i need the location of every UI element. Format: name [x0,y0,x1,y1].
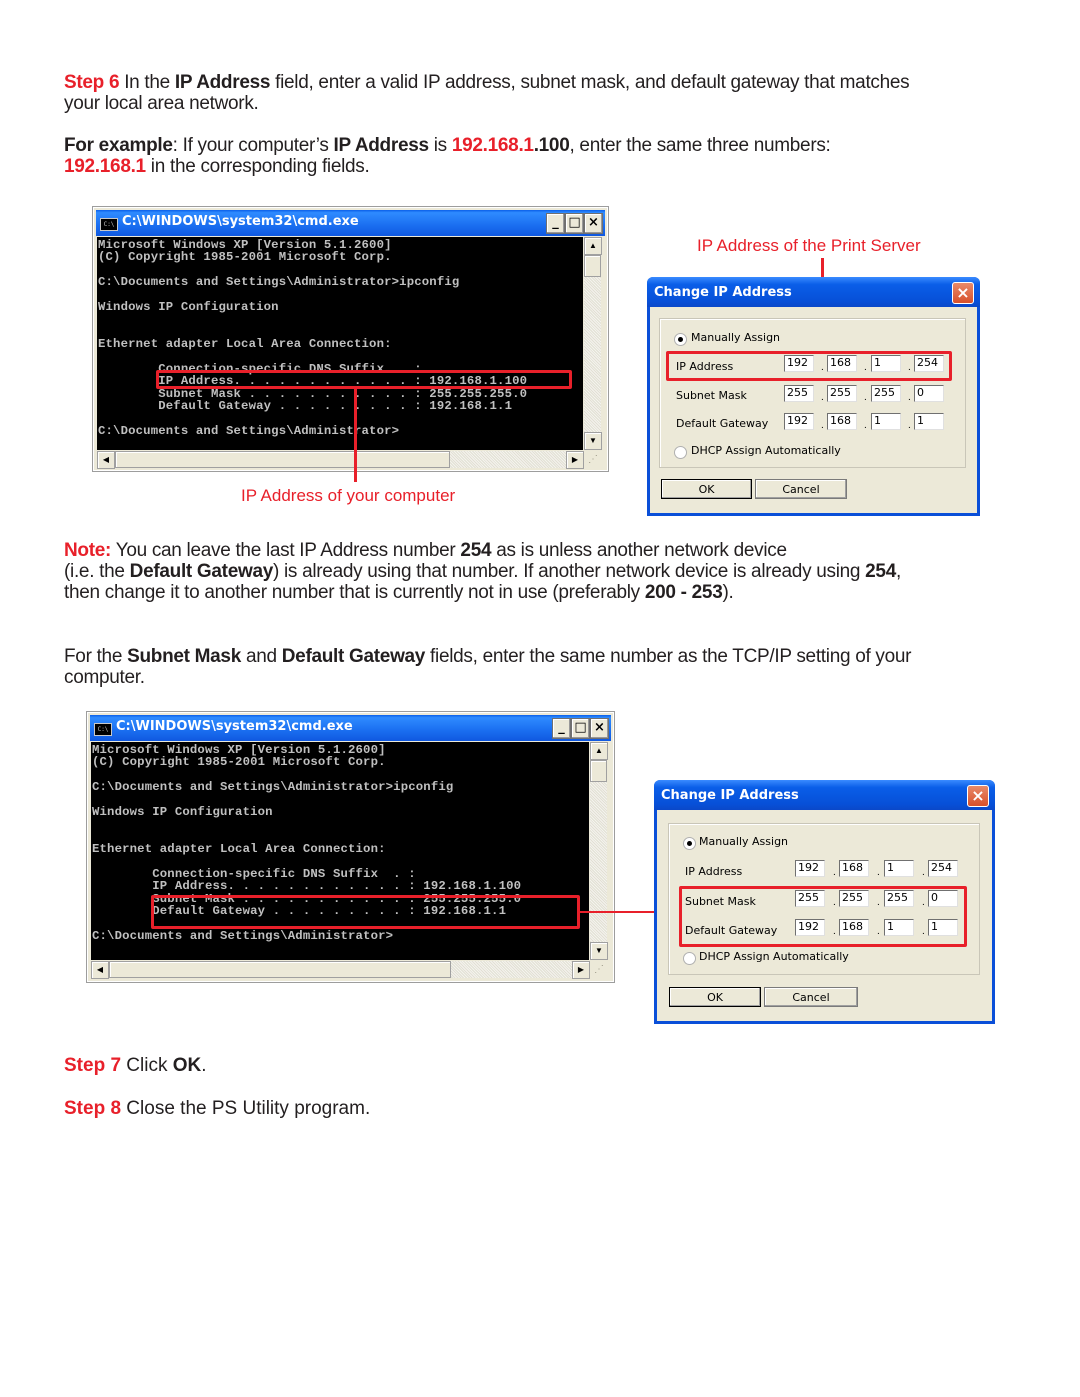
cancel-button[interactable]: Cancel [755,479,847,499]
radio-manual-assign[interactable] [674,333,687,346]
mask-octet-1[interactable]: 255 [784,385,814,402]
change-ip-dialog-1: Change IP Address × Manually Assign IP A… [647,277,980,516]
manual-assign-label: Manually Assign [691,331,781,344]
horizontal-scrollbar[interactable]: ◀ ▶ [97,451,584,469]
ip-octet-4[interactable]: 254 [928,860,958,877]
cmd-title: C:\WINDOWS\system32\cmd.exe [116,719,353,734]
vertical-scrollbar[interactable]: ▲ ▼ [590,742,608,960]
horizontal-scrollbar[interactable]: ◀ ▶ [91,961,590,979]
scroll-thumb[interactable] [590,760,607,782]
ok-button[interactable]: OK [661,479,752,499]
scroll-up-button[interactable]: ▲ [590,742,608,760]
hscroll-thumb[interactable] [115,451,450,468]
callout-print-server: IP Address of the Print Server [697,236,921,255]
close-button[interactable]: × [590,718,609,739]
mask-octet-4[interactable]: 0 [914,385,944,402]
mask-octet-2[interactable]: 255 [827,385,857,402]
radio-dhcp[interactable] [674,446,687,459]
cmd-window-2: C:\ C:\WINDOWS\system32\cmd.exe _ □ × Mi… [86,711,615,983]
close-button[interactable]: × [584,213,603,234]
cmd-title-bar: C:\ C:\WINDOWS\system32\cmd.exe _ □ × [96,210,605,236]
dialog-title: Change IP Address [654,285,792,300]
callout-your-computer: IP Address of your computer [241,486,456,505]
step7-label: Step 7 [64,1055,122,1076]
ip-address-label: IP Address [685,865,743,878]
step6-label: Step 6 [64,72,120,93]
scroll-left-button[interactable]: ◀ [97,451,115,469]
scroll-right-button[interactable]: ▶ [572,961,590,979]
minimize-button[interactable]: _ [552,718,571,739]
ok-button[interactable]: OK [669,987,761,1007]
cmd-title: C:\WINDOWS\system32\cmd.exe [122,214,359,229]
cmd-console-icon: C:\ [100,218,118,231]
scroll-up-button[interactable]: ▲ [584,237,602,255]
ip-octet-3[interactable]: 1 [884,860,914,877]
mask-octet-3[interactable]: 255 [871,385,901,402]
cmd-window-1: C:\ C:\WINDOWS\system32\cmd.exe _ □ × Mi… [92,206,609,472]
dialog-title: Change IP Address [661,788,799,803]
radio-manual-assign[interactable] [683,837,696,850]
cmd-title-bar: C:\ C:\WINDOWS\system32\cmd.exe _ □ × [90,715,611,741]
scroll-thumb[interactable] [584,255,601,277]
step8-label: Step 8 [64,1098,122,1119]
scroll-down-button[interactable]: ▼ [584,432,602,450]
subnet-gateway-paragraph: For the Subnet Mask and Default Gateway … [64,646,912,688]
dialog-body: Manually Assign IP Address 192 . 168 . 1… [650,307,977,513]
highlight-mask-gateway-dialog [679,886,967,947]
connector-line-computer [354,387,357,482]
dialog-title-bar: Change IP Address × [647,277,980,307]
highlight-ip-address-dialog [666,351,952,381]
step7-paragraph: Step 7 Click OK. [64,1055,207,1076]
resize-grip-icon[interactable]: ⋰ [585,452,601,468]
radio-dhcp[interactable] [683,952,696,965]
manual-assign-label: Manually Assign [699,835,789,848]
highlight-ip-address-cmd [156,370,572,389]
resize-grip-icon[interactable]: ⋰ [591,962,607,978]
maximize-button[interactable]: □ [571,718,590,739]
hscroll-thumb[interactable] [109,961,451,978]
console-output: Microsoft Windows XP [Version 5.1.2600] … [97,237,583,450]
gw-octet-1[interactable]: 192 [784,413,814,430]
ip-octet-1[interactable]: 192 [795,860,825,877]
vertical-scrollbar[interactable]: ▲ ▼ [584,237,602,450]
subnet-mask-label: Subnet Mask [676,389,747,402]
dhcp-label: DHCP Assign Automatically [699,950,849,963]
highlight-mask-gateway-cmd [151,895,580,929]
cancel-button[interactable]: Cancel [764,987,858,1007]
maximize-button[interactable]: □ [565,213,584,234]
step8-paragraph: Step 8 Close the PS Utility program. [64,1098,371,1119]
scroll-down-button[interactable]: ▼ [590,942,608,960]
ip-octet-2[interactable]: 168 [839,860,869,877]
gw-octet-3[interactable]: 1 [871,413,901,430]
minimize-button[interactable]: _ [546,213,565,234]
gw-octet-2[interactable]: 168 [827,413,857,430]
scroll-right-button[interactable]: ▶ [566,451,584,469]
default-gateway-label: Default Gateway [676,417,769,430]
dialog-close-button[interactable]: × [967,785,989,807]
step6-paragraph: Step 6 In the IP Address field, enter a … [64,72,910,114]
note-label: Note: [64,540,112,561]
dhcp-label: DHCP Assign Automatically [691,444,841,457]
scroll-left-button[interactable]: ◀ [91,961,109,979]
gw-octet-4[interactable]: 1 [914,413,944,430]
cmd-console-icon: C:\ [94,723,112,736]
dialog-title-bar: Change IP Address × [654,780,995,810]
dialog-close-button[interactable]: × [952,282,974,304]
example-paragraph: For example: If your computer’s IP Addre… [64,135,831,177]
console-text: Microsoft Windows XP [Version 5.1.2600] … [98,238,528,439]
note-paragraph: Note: You can leave the last IP Address … [64,540,901,603]
